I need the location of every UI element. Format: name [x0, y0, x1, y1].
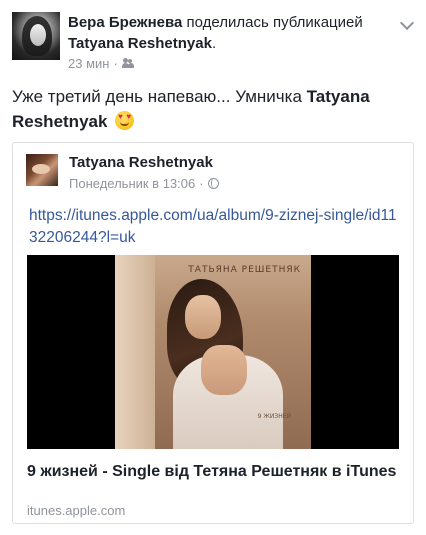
avatar-face: [30, 24, 46, 46]
post-meta: 23 мин ·: [68, 56, 135, 71]
shared-author-name[interactable]: Tatyana Reshetnyak: [68, 35, 212, 52]
post-header: Вера Брежнева поделилась публикацией Tat…: [68, 12, 388, 54]
globe-icon: [207, 178, 219, 189]
link-preview-image[interactable]: ТАТЬЯНА РЕШЕТНЯК 9 ЖИЗНЕЙ: [27, 255, 399, 449]
author-avatar[interactable]: [12, 12, 60, 60]
album-cover: ТАТЬЯНА РЕШЕТНЯК 9 ЖИЗНЕЙ: [115, 255, 311, 449]
friends-icon[interactable]: [121, 58, 135, 69]
feed-post: Вера Брежнева поделилась публикацией Tat…: [0, 0, 426, 535]
meta-separator: ·: [113, 56, 118, 71]
chevron-down-icon[interactable]: [400, 18, 412, 30]
shared-author-avatar[interactable]: [26, 154, 58, 186]
shared-meta-separator: ·: [199, 176, 204, 191]
itunes-url-link[interactable]: https://itunes.apple.com/ua/album/9-zizn…: [29, 205, 399, 249]
author-name[interactable]: Вера Брежнева: [68, 14, 182, 31]
header-period: .: [211, 35, 217, 52]
shared-time[interactable]: Понедельник в 13:06: [69, 176, 195, 191]
heart-eyes-emoji-icon: [115, 111, 135, 130]
shared-author-title[interactable]: Tatyana Reshetnyak: [69, 154, 213, 171]
cover-artist-text: ТАТЬЯНА РЕШЕТНЯК: [188, 265, 301, 275]
shared-meta: Понедельник в 13:06 ·: [69, 176, 219, 191]
cover-album-text: 9 ЖИЗНЕЙ: [257, 413, 291, 420]
share-action-text: поделилась публикацией: [186, 14, 363, 31]
shared-post-card[interactable]: Tatyana Reshetnyak Понедельник в 13:06 ·…: [12, 142, 414, 524]
post-time[interactable]: 23 мин: [68, 56, 109, 71]
post-body: Уже третий день напеваю... Умничка Tatya…: [12, 84, 412, 134]
link-preview-domain: itunes.apple.com: [27, 503, 126, 518]
post-body-text: Уже третий день напеваю... Умничка: [12, 87, 302, 106]
link-preview-title[interactable]: 9 жизней - Single від Тетяна Решетняк в …: [27, 461, 401, 482]
